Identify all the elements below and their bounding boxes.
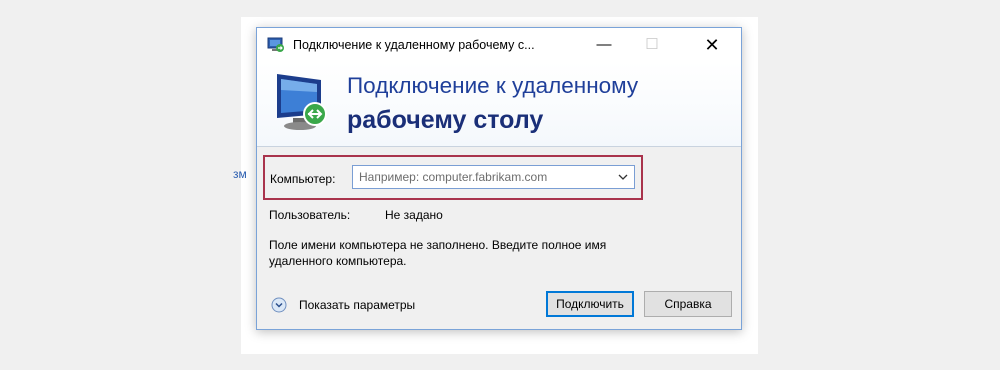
computer-field-highlight: Компьютер: Например: computer.fabrikam.c… [263, 155, 643, 200]
rdp-dialog: Подключение к удаленному рабочему с... —… [256, 27, 742, 330]
banner-title-line2: рабочему столу [347, 106, 544, 134]
help-button[interactable]: Справка [644, 291, 732, 317]
chevron-down-icon[interactable] [618, 174, 628, 181]
banner-title-line1: Подключение к удаленному [347, 73, 639, 98]
computer-label: Компьютер: [270, 172, 336, 186]
computer-combobox[interactable]: Например: computer.fabrikam.com [352, 165, 635, 189]
title-bar[interactable]: Подключение к удаленному рабочему с... —… [257, 28, 741, 62]
remote-desktop-monitor-icon [277, 74, 327, 130]
remote-desktop-icon [267, 37, 284, 52]
user-value: Не задано [385, 208, 443, 222]
show-options-label[interactable]: Показать параметры [299, 298, 415, 312]
window-title: Подключение к удаленному рабочему с... [293, 38, 535, 52]
validation-message: Поле имени компьютера не заполнено. Введ… [269, 238, 607, 268]
user-label: Пользователь: [269, 208, 351, 222]
connect-button[interactable]: Подключить [546, 291, 634, 317]
computer-input-placeholder[interactable]: Например: computer.fabrikam.com [359, 170, 547, 184]
maximize-button[interactable]: ☐ [629, 28, 675, 62]
minimize-button[interactable]: — [581, 28, 627, 62]
expand-circle-icon[interactable] [271, 297, 287, 313]
header-banner: Подключение к удаленному рабочему столу [257, 62, 741, 147]
background-text-fragment: зм [233, 167, 247, 181]
close-button[interactable]: ✕ [689, 28, 735, 62]
